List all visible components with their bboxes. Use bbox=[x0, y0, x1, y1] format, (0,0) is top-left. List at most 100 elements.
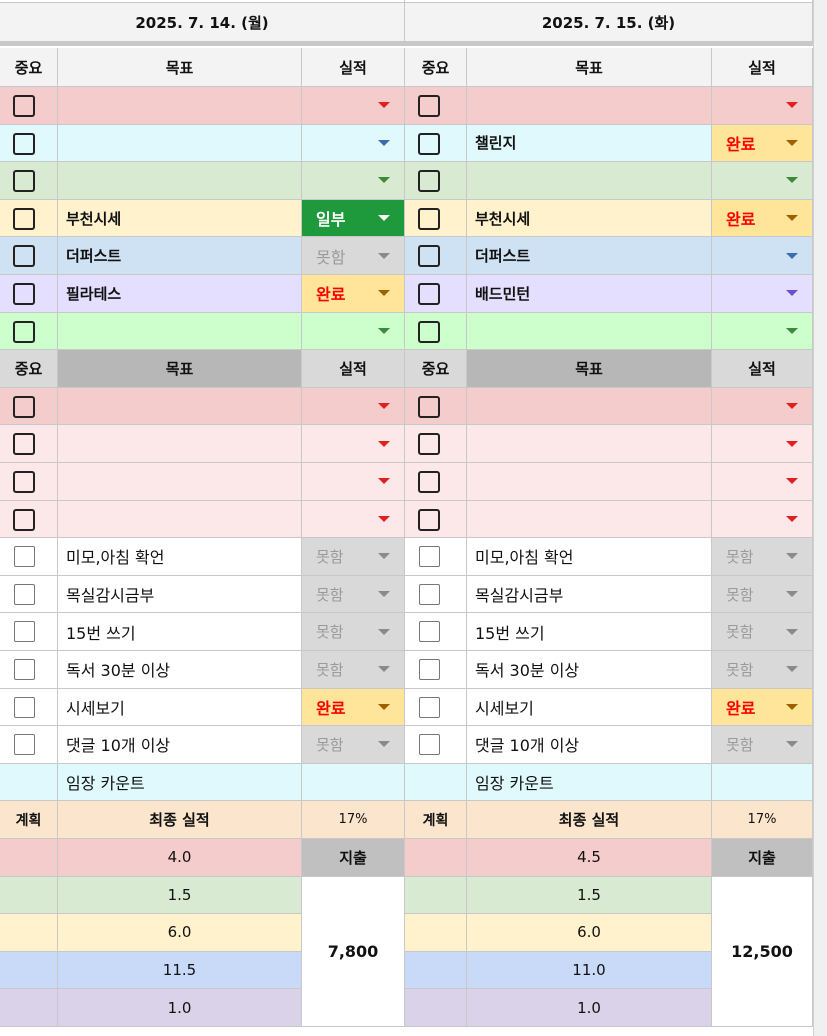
goal-cell[interactable] bbox=[58, 500, 302, 539]
performance-dropdown[interactable]: 완료 bbox=[302, 275, 405, 313]
dropdown-arrow-icon[interactable] bbox=[378, 440, 390, 447]
goal-cell[interactable] bbox=[58, 387, 302, 426]
importance-checkbox[interactable] bbox=[14, 621, 35, 643]
dropdown-arrow-icon[interactable] bbox=[378, 591, 390, 598]
importance-checkbox[interactable] bbox=[13, 132, 35, 155]
dropdown-arrow-icon[interactable] bbox=[786, 666, 798, 673]
importance-checkbox[interactable] bbox=[14, 659, 35, 680]
importance-checkbox[interactable] bbox=[418, 95, 440, 117]
performance-dropdown[interactable]: 못함 bbox=[712, 726, 813, 764]
performance-dropdown[interactable] bbox=[302, 162, 405, 200]
dropdown-arrow-icon[interactable] bbox=[378, 252, 390, 259]
goal-cell[interactable]: 더퍼스트 bbox=[58, 237, 302, 275]
importance-checkbox[interactable] bbox=[419, 696, 440, 718]
performance-dropdown[interactable]: 못함 bbox=[302, 613, 405, 651]
importance-checkbox[interactable] bbox=[418, 320, 440, 343]
performance-dropdown[interactable]: 못함 bbox=[302, 575, 405, 614]
dropdown-arrow-icon[interactable] bbox=[378, 403, 390, 410]
dropdown-arrow-icon[interactable] bbox=[786, 741, 798, 748]
performance-dropdown[interactable]: 완료 bbox=[712, 199, 813, 238]
goal-cell[interactable] bbox=[58, 162, 302, 200]
dropdown-arrow-icon[interactable] bbox=[786, 591, 798, 598]
dropdown-arrow-icon[interactable] bbox=[378, 177, 390, 184]
dropdown-arrow-icon[interactable] bbox=[786, 290, 798, 297]
goal-cell[interactable]: 챌린지 bbox=[467, 124, 712, 163]
performance-dropdown[interactable]: 못함 bbox=[712, 575, 813, 614]
importance-checkbox[interactable] bbox=[418, 132, 440, 155]
importance-checkbox[interactable] bbox=[13, 283, 35, 305]
performance-dropdown[interactable]: 완료 bbox=[302, 688, 405, 727]
importance-checkbox[interactable] bbox=[418, 433, 440, 456]
importance-checkbox[interactable] bbox=[418, 471, 440, 493]
goal-cell[interactable]: 미모,아침 확언 bbox=[58, 538, 302, 576]
goal-cell[interactable] bbox=[58, 124, 302, 163]
dropdown-arrow-icon[interactable] bbox=[378, 102, 390, 109]
dropdown-arrow-icon[interactable] bbox=[378, 666, 390, 673]
performance-dropdown[interactable] bbox=[302, 500, 405, 539]
performance-dropdown[interactable]: 완료 bbox=[712, 688, 813, 727]
dropdown-arrow-icon[interactable] bbox=[786, 628, 798, 635]
dropdown-arrow-icon[interactable] bbox=[786, 553, 798, 560]
performance-dropdown[interactable]: 일부 bbox=[302, 199, 405, 238]
dropdown-arrow-icon[interactable] bbox=[786, 215, 798, 222]
goal-cell[interactable]: 댓글 10개 이상 bbox=[467, 726, 712, 764]
dropdown-arrow-icon[interactable] bbox=[786, 403, 798, 410]
goal-cell[interactable]: 부천시세 bbox=[467, 199, 712, 238]
performance-dropdown[interactable]: 못함 bbox=[712, 538, 813, 576]
goal-cell[interactable] bbox=[467, 425, 712, 463]
importance-checkbox[interactable] bbox=[13, 395, 35, 418]
importance-checkbox[interactable] bbox=[14, 583, 35, 605]
dropdown-arrow-icon[interactable] bbox=[378, 741, 390, 748]
goal-cell[interactable]: 15번 쓰기 bbox=[467, 613, 712, 651]
importance-checkbox[interactable] bbox=[14, 696, 35, 718]
importance-checkbox[interactable] bbox=[418, 245, 440, 268]
performance-dropdown[interactable] bbox=[712, 500, 813, 539]
goal-cell[interactable]: 배드민턴 bbox=[467, 275, 712, 313]
importance-checkbox[interactable] bbox=[419, 621, 440, 643]
importance-checkbox[interactable] bbox=[418, 395, 440, 418]
performance-dropdown[interactable] bbox=[302, 87, 405, 125]
dropdown-arrow-icon[interactable] bbox=[786, 703, 798, 710]
importance-checkbox[interactable] bbox=[14, 734, 35, 756]
goal-cell[interactable] bbox=[467, 387, 712, 426]
dropdown-arrow-icon[interactable] bbox=[786, 515, 798, 522]
goal-cell[interactable]: 댓글 10개 이상 bbox=[58, 726, 302, 764]
importance-checkbox[interactable] bbox=[419, 583, 440, 605]
performance-dropdown[interactable] bbox=[712, 425, 813, 463]
dropdown-arrow-icon[interactable] bbox=[786, 139, 798, 146]
importance-checkbox[interactable] bbox=[13, 508, 35, 531]
performance-dropdown[interactable] bbox=[302, 312, 405, 351]
dropdown-arrow-icon[interactable] bbox=[378, 327, 390, 334]
importance-checkbox[interactable] bbox=[419, 734, 440, 756]
performance-dropdown[interactable]: 못함 bbox=[712, 613, 813, 651]
importance-checkbox[interactable] bbox=[13, 245, 35, 268]
importance-checkbox[interactable] bbox=[418, 170, 440, 193]
goal-cell[interactable]: 더퍼스트 bbox=[467, 237, 712, 275]
goal-cell[interactable]: 목실감시금부 bbox=[58, 575, 302, 614]
dropdown-arrow-icon[interactable] bbox=[378, 290, 390, 297]
performance-dropdown[interactable] bbox=[712, 387, 813, 426]
importance-checkbox[interactable] bbox=[13, 170, 35, 193]
dropdown-arrow-icon[interactable] bbox=[378, 215, 390, 222]
performance-dropdown[interactable] bbox=[712, 275, 813, 313]
dropdown-arrow-icon[interactable] bbox=[378, 628, 390, 635]
performance-dropdown[interactable] bbox=[712, 463, 813, 501]
goal-cell[interactable] bbox=[467, 87, 712, 125]
importance-checkbox[interactable] bbox=[13, 433, 35, 456]
goal-cell[interactable]: 필라테스 bbox=[58, 275, 302, 313]
dropdown-arrow-icon[interactable] bbox=[786, 252, 798, 259]
importance-checkbox[interactable] bbox=[14, 546, 35, 568]
goal-cell[interactable]: 시세보기 bbox=[58, 688, 302, 727]
goal-cell[interactable] bbox=[58, 425, 302, 463]
importance-checkbox[interactable] bbox=[13, 320, 35, 343]
goal-cell[interactable]: 독서 30분 이상 bbox=[467, 651, 712, 689]
importance-checkbox[interactable] bbox=[418, 508, 440, 531]
performance-dropdown[interactable] bbox=[712, 312, 813, 351]
importance-checkbox[interactable] bbox=[13, 471, 35, 493]
performance-dropdown[interactable] bbox=[712, 237, 813, 275]
goal-cell[interactable]: 부천시세 bbox=[58, 199, 302, 238]
goal-cell[interactable]: 미모,아침 확언 bbox=[467, 538, 712, 576]
performance-dropdown[interactable] bbox=[302, 463, 405, 501]
dropdown-arrow-icon[interactable] bbox=[378, 515, 390, 522]
goal-cell[interactable]: 15번 쓰기 bbox=[58, 613, 302, 651]
